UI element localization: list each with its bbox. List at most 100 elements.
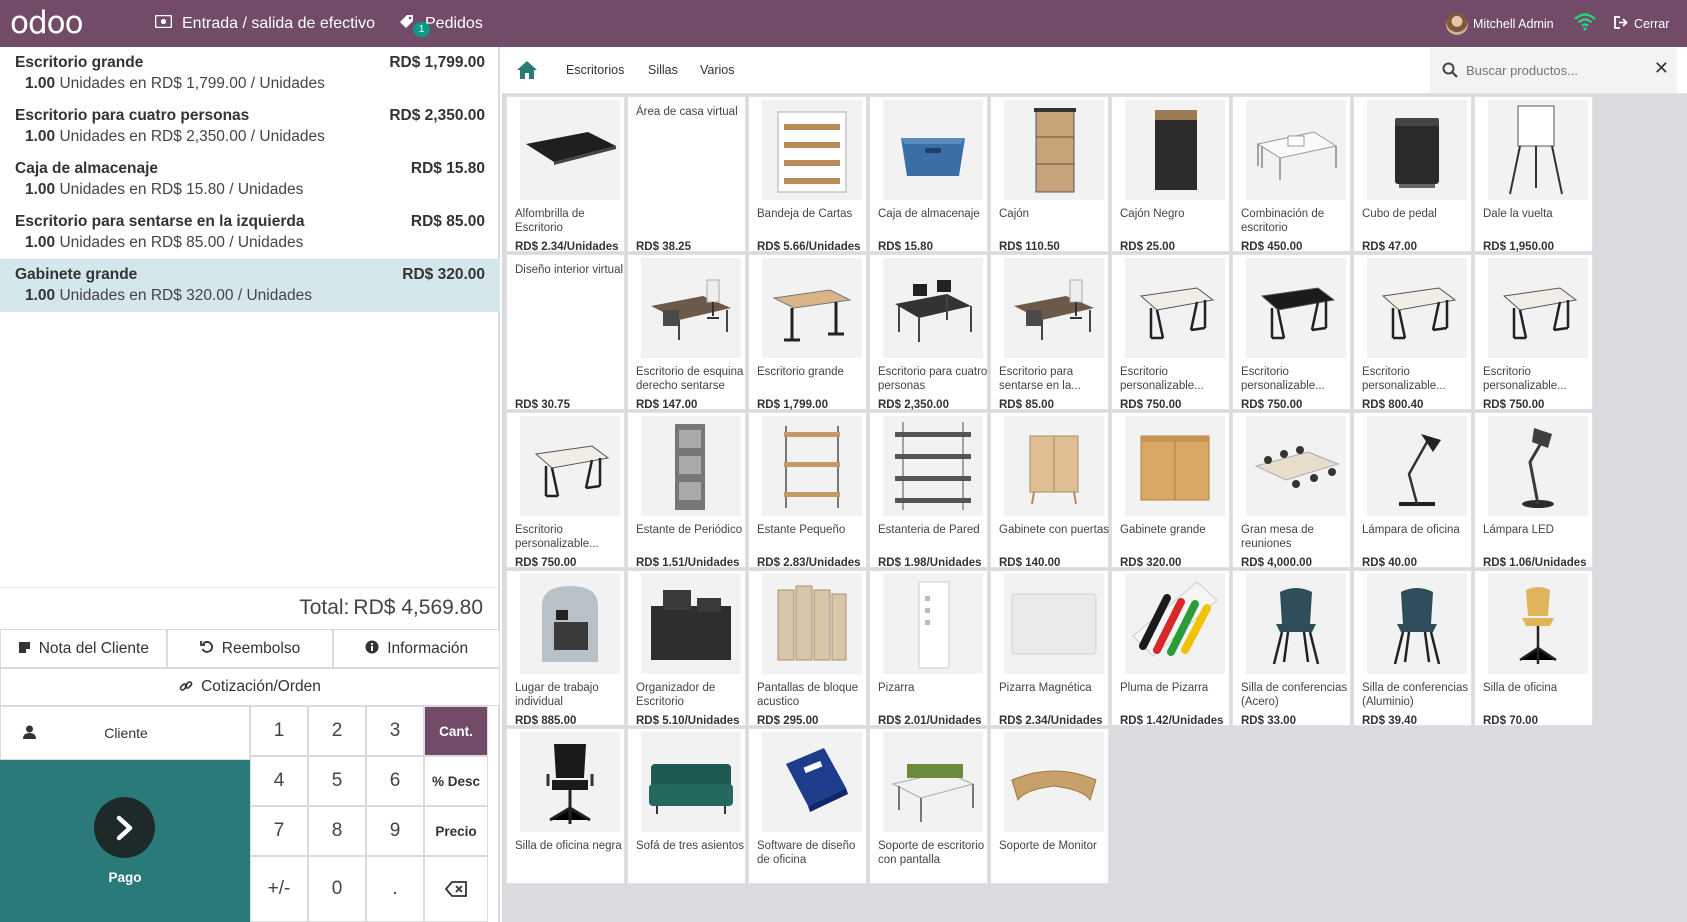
product-price: RD$ 33.00: [1241, 715, 1296, 727]
product-card[interactable]: Silla de conferencias (Acero) RD$ 33.00: [1232, 570, 1351, 727]
product-card[interactable]: Pizarra Magnética RD$ 2.34/Unidades: [990, 570, 1109, 727]
product-card[interactable]: Lámpara LED RD$ 1.06/Unidades: [1474, 412, 1593, 569]
product-card[interactable]: Soporte de escritorio con pantalla: [869, 728, 988, 884]
order-line[interactable]: Caja de almacenaje RD$ 15.80 1.00 Unidades…: [0, 153, 500, 206]
category-escritorios[interactable]: Escritorios: [566, 63, 624, 77]
product-card[interactable]: Estanteria de Pared RD$ 1.98/Unidades: [869, 412, 988, 569]
product-card[interactable]: Combinación de escritorio RD$ 450.00: [1232, 96, 1351, 253]
product-card[interactable]: Estante de Periódico RD$ 1.51/Unidades: [627, 412, 746, 569]
product-card[interactable]: Pizarra RD$ 2.01/Unidades: [869, 570, 988, 727]
product-card[interactable]: Alfombrilla de Escritorio RD$ 2.34/Unidad…: [506, 96, 625, 253]
user-menu[interactable]: Mitchell Admin: [1446, 0, 1554, 47]
product-image: [1367, 574, 1467, 674]
numpad-key[interactable]: 1: [250, 706, 308, 756]
product-card[interactable]: Escritorio personalizable... RD$ 800.40: [1353, 254, 1472, 411]
product-card[interactable]: Sofá de tres asientos: [627, 728, 746, 884]
numpad-key[interactable]: .: [366, 856, 424, 922]
product-card[interactable]: Organizador de Escritorio RD$ 5.10/Unidad…: [627, 570, 746, 727]
product-card[interactable]: Gabinete grande RD$ 320.00: [1111, 412, 1230, 569]
product-card[interactable]: Soporte de Monitor: [990, 728, 1109, 884]
category-varios[interactable]: Varios: [700, 63, 735, 77]
product-price: RD$ 2,350.00: [878, 399, 949, 411]
product-card[interactable]: Escritorio para cuatro personas RD$ 2,350…: [869, 254, 988, 411]
order-line-unit-price: Unidades en RD$ 2,350.00 / Unidades: [59, 128, 325, 145]
quotation-order-button[interactable]: Cotización/Orden: [0, 668, 500, 706]
product-card[interactable]: Cajón RD$ 110.50: [990, 96, 1109, 253]
product-card[interactable]: Gabinete con puertas RD$ 140.00: [990, 412, 1109, 569]
product-name: Silla de oficina negra: [515, 840, 622, 852]
product-card[interactable]: Software de diseño de oficina: [748, 728, 867, 884]
cash-in-out-label: Entrada / salida de efectivo: [182, 14, 376, 32]
product-price: RD$ 1.51/Unidades: [636, 557, 740, 569]
product-card[interactable]: Silla de oficina RD$ 70.00: [1474, 570, 1593, 727]
product-card[interactable]: Cajón Negro RD$ 25.00: [1111, 96, 1230, 253]
product-card[interactable]: Silla de conferencias (Aluminio) RD$ 39.4…: [1353, 570, 1472, 727]
numpad-key[interactable]: 5: [308, 756, 366, 806]
top-bar: odoo Entrada / salida de efectivo 1 Pedi…: [0, 0, 1687, 47]
product-image: [1246, 416, 1346, 516]
order-line-price: RD$ 85.00: [410, 213, 485, 230]
product-card[interactable]: Dale la vuelta RD$ 1,950.00: [1474, 96, 1593, 253]
product-card[interactable]: Gran mesa de reuniones RD$ 4,000.00: [1232, 412, 1351, 569]
order-line-product: Caja de almacenaje: [15, 160, 159, 177]
product-card[interactable]: Bandeja de Cartas RD$ 5.66/Unidades: [748, 96, 867, 253]
numpad-mode-quantity[interactable]: Cant.: [424, 706, 488, 756]
search-input[interactable]: [1466, 58, 1646, 82]
refund-button[interactable]: Reembolso: [166, 629, 334, 668]
product-name: Escritorio para sentarse en la...: [999, 366, 1081, 392]
product-card[interactable]: Silla de oficina negra: [506, 728, 625, 884]
product-image: [883, 100, 983, 200]
numpad-key[interactable]: 2: [308, 706, 366, 756]
product-name: Escritorio grande: [757, 366, 844, 378]
home-icon[interactable]: [516, 60, 538, 82]
numpad-key[interactable]: 0: [308, 856, 366, 922]
numpad-mode-price[interactable]: Precio: [424, 806, 488, 856]
product-card[interactable]: Estante Pequeño RD$ 2.83/Unidades: [748, 412, 867, 569]
numpad-key[interactable]: +/-: [250, 856, 308, 922]
product-card[interactable]: Caja de almacenaje RD$ 15.80: [869, 96, 988, 253]
info-button[interactable]: Información: [333, 629, 501, 668]
cash-in-out-button[interactable]: Entrada / salida de efectivo: [154, 0, 376, 47]
product-card[interactable]: Escritorio para sentarse en la... RD$ 85.…: [990, 254, 1109, 411]
product-image: [1004, 416, 1104, 516]
product-card[interactable]: Escritorio personalizable... RD$ 750.00: [1111, 254, 1230, 411]
product-price: RD$ 47.00: [1362, 241, 1417, 253]
payment-button[interactable]: Pago: [0, 760, 250, 922]
numpad-key[interactable]: 9: [366, 806, 424, 856]
numpad-key[interactable]: 7: [250, 806, 308, 856]
backspace-icon[interactable]: [424, 856, 488, 922]
product-card[interactable]: Escritorio de esquina derecho sentarse RD…: [627, 254, 746, 411]
product-card[interactable]: Lámpara de oficina RD$ 40.00: [1353, 412, 1472, 569]
numpad-key[interactable]: 4: [250, 756, 308, 806]
product-name: Bandeja de Cartas: [757, 208, 853, 220]
order-line[interactable]: Escritorio para cuatro personas RD$ 2,350…: [0, 100, 500, 153]
user-name: Mitchell Admin: [1473, 16, 1554, 31]
order-line[interactable]: Gabinete grande RD$ 320.00 1.00 Unidades e…: [0, 259, 500, 312]
numpad-key[interactable]: 6: [366, 756, 424, 806]
product-card[interactable]: Escritorio grande RD$ 1,799.00: [748, 254, 867, 411]
numpad-key[interactable]: 3: [366, 706, 424, 756]
order-line-product: Escritorio grande: [15, 54, 144, 71]
clear-search-icon[interactable]: ✕: [1654, 58, 1669, 79]
numpad-mode-discount[interactable]: % Desc: [424, 756, 488, 806]
customer-note-button[interactable]: Nota del Cliente: [0, 629, 167, 668]
product-card[interactable]: Diseño interior virtual RD$ 30.75: [506, 254, 625, 411]
product-card[interactable]: Pantallas de bloque acustico RD$ 295.00: [748, 570, 867, 727]
customer-button[interactable]: Cliente: [0, 706, 250, 760]
product-card[interactable]: Lugar de trabajo individual RD$ 885.00: [506, 570, 625, 727]
product-card[interactable]: Cubo de pedal RD$ 47.00: [1353, 96, 1472, 253]
order-line[interactable]: Escritorio para sentarse en la izquierda…: [0, 206, 500, 259]
product-card[interactable]: Escritorio personalizable... RD$ 750.00: [1474, 254, 1593, 411]
product-image: [1125, 100, 1225, 200]
category-sillas[interactable]: Sillas: [648, 63, 678, 77]
order-line[interactable]: Escritorio grande RD$ 1,799.00 1.00 Unidad…: [0, 47, 500, 100]
product-card[interactable]: Área de casa virtual RD$ 38.25: [627, 96, 746, 253]
numpad-key[interactable]: 8: [308, 806, 366, 856]
orders-button[interactable]: 1 Pedidos: [399, 0, 483, 47]
close-button[interactable]: Cerrar: [1614, 0, 1669, 47]
product-card[interactable]: Escritorio personalizable... RD$ 750.00: [506, 412, 625, 569]
product-price: RD$ 2.34/Unidades: [515, 241, 619, 253]
product-card[interactable]: Pluma de Pizarra RD$ 1.42/Unidades: [1111, 570, 1230, 727]
product-card[interactable]: Escritorio personalizable... RD$ 750.00: [1232, 254, 1351, 411]
product-image: [1246, 100, 1346, 200]
